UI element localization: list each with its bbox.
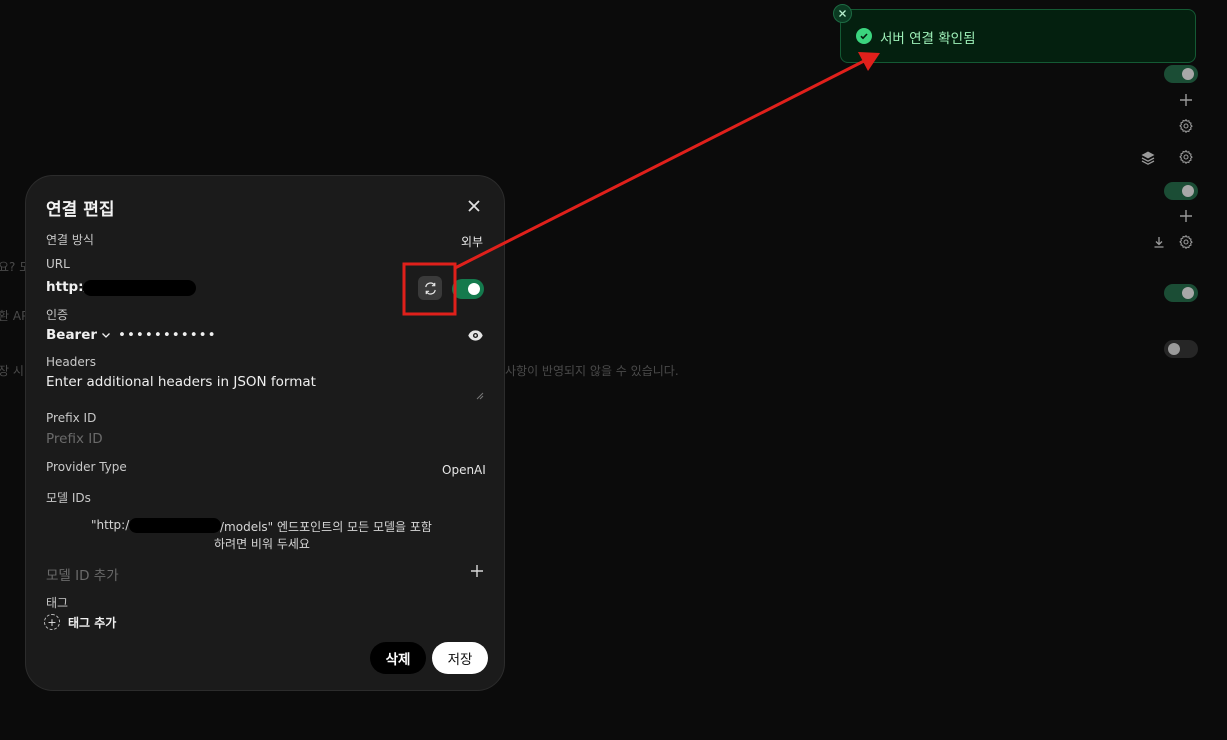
headers-textarea[interactable]: Enter additional headers in JSON format xyxy=(46,374,316,390)
provider-type-select[interactable]: OpenAI xyxy=(442,463,486,477)
model-ids-hint-suffix: /models" 엔드포인트의 모든 모델을 포함 xyxy=(220,520,432,534)
plus-icon[interactable] xyxy=(1178,92,1194,108)
success-toast: 서버 연결 확인됨 xyxy=(840,9,1196,63)
add-tag-icon[interactable]: + xyxy=(44,614,60,630)
gear-icon[interactable] xyxy=(1178,118,1194,134)
add-model-id-input[interactable]: 모델 ID 추가 xyxy=(46,564,119,584)
plus-icon[interactable] xyxy=(1178,208,1194,224)
refresh-icon xyxy=(423,281,438,296)
headers-label: Headers xyxy=(46,355,96,369)
redaction-bar xyxy=(83,280,196,296)
bg-toggle-3[interactable] xyxy=(1164,284,1198,302)
provider-type-label: Provider Type xyxy=(46,460,127,474)
auth-type-select[interactable]: Bearer xyxy=(46,327,112,343)
prefix-id-input[interactable]: Prefix ID xyxy=(46,431,103,447)
gear-icon[interactable] xyxy=(1178,149,1194,165)
prefix-id-label: Prefix ID xyxy=(46,411,97,425)
delete-button[interactable]: 삭제 xyxy=(370,642,426,674)
connection-type-value[interactable]: 외부 xyxy=(461,233,483,250)
annotation-arrow-line xyxy=(454,58,867,270)
url-label: URL xyxy=(46,257,70,271)
add-tag-button[interactable]: 태그 추가 xyxy=(68,614,116,631)
bg-text-fragment: 장 시 xyxy=(0,364,24,378)
bg-toggle-2[interactable] xyxy=(1164,182,1198,200)
edit-connection-modal: 연결 편집 연결 방식 외부 URL http:/. 인증 Bearer •••… xyxy=(25,175,505,691)
resize-handle[interactable] xyxy=(475,391,484,400)
redaction-bar xyxy=(129,518,221,533)
save-button[interactable]: 저장 xyxy=(432,642,488,674)
model-ids-label: 모델 IDs xyxy=(46,491,91,505)
auth-label: 인증 xyxy=(46,308,69,322)
api-key-input[interactable]: ••••••••••• xyxy=(118,327,217,343)
bg-toggle-4[interactable] xyxy=(1164,340,1198,358)
chevron-down-icon xyxy=(100,329,112,341)
gear-icon[interactable] xyxy=(1178,234,1194,250)
tags-label: 태그 xyxy=(46,596,69,610)
verify-connection-button[interactable] xyxy=(418,276,442,300)
close-icon[interactable] xyxy=(464,196,484,216)
download-icon[interactable] xyxy=(1151,234,1167,250)
bg-text-fragment: 사항이 반영되지 않을 수 있습니다. xyxy=(505,364,679,378)
url-enabled-toggle[interactable] xyxy=(452,279,484,299)
modal-title: 연결 편집 xyxy=(46,200,115,220)
plus-icon[interactable] xyxy=(469,563,485,579)
connection-type-label: 연결 방식 xyxy=(46,233,94,247)
eye-icon[interactable] xyxy=(467,327,484,344)
toast-message: 서버 연결 확인됨 xyxy=(880,31,976,47)
auth-type-value: Bearer xyxy=(46,327,98,343)
layers-icon[interactable] xyxy=(1140,150,1156,166)
model-ids-hint-prefix: "http:/. xyxy=(91,518,134,532)
check-circle-icon xyxy=(856,28,872,44)
bg-toggle-1[interactable] xyxy=(1164,65,1198,83)
toast-close-icon[interactable] xyxy=(833,4,852,23)
model-ids-hint-line2: 하려면 비워 두세요 xyxy=(214,537,310,551)
